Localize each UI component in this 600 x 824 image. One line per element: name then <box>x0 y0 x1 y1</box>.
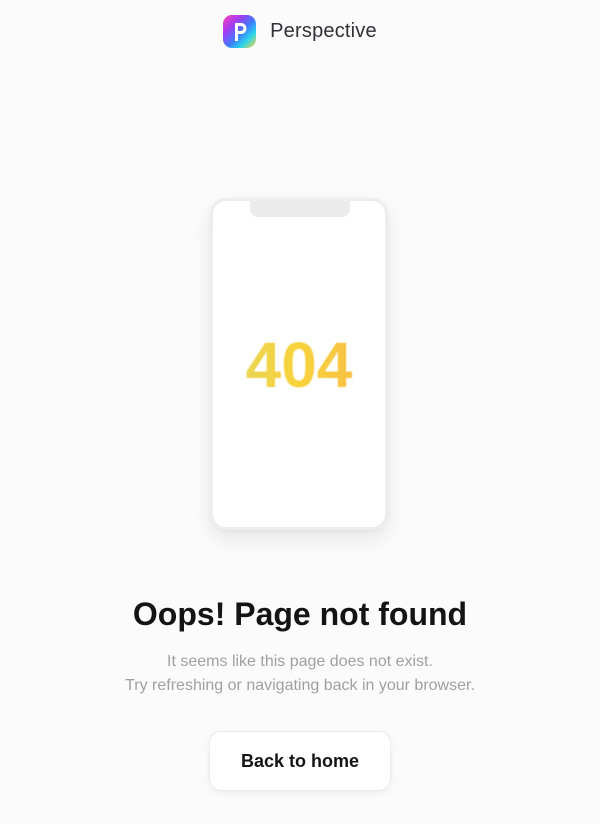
back-to-home-button[interactable]: Back to home <box>209 731 391 791</box>
brand-header: Perspective <box>0 15 600 48</box>
phone-illustration: 404 <box>210 198 388 530</box>
description-line-2: Try refreshing or navigating back in you… <box>125 677 475 694</box>
brand-name: Perspective <box>270 20 377 42</box>
perspective-logo-icon <box>223 15 257 48</box>
phone-notch <box>250 201 350 217</box>
page-description: It seems like this page does not exist. … <box>0 650 600 698</box>
description-line-1: It seems like this page does not exist. <box>167 653 433 670</box>
error-code: 404 <box>213 329 385 401</box>
not-found-page: Perspective 404 Oops! Page not found It … <box>0 0 600 824</box>
page-title: Oops! Page not found <box>132 596 468 632</box>
